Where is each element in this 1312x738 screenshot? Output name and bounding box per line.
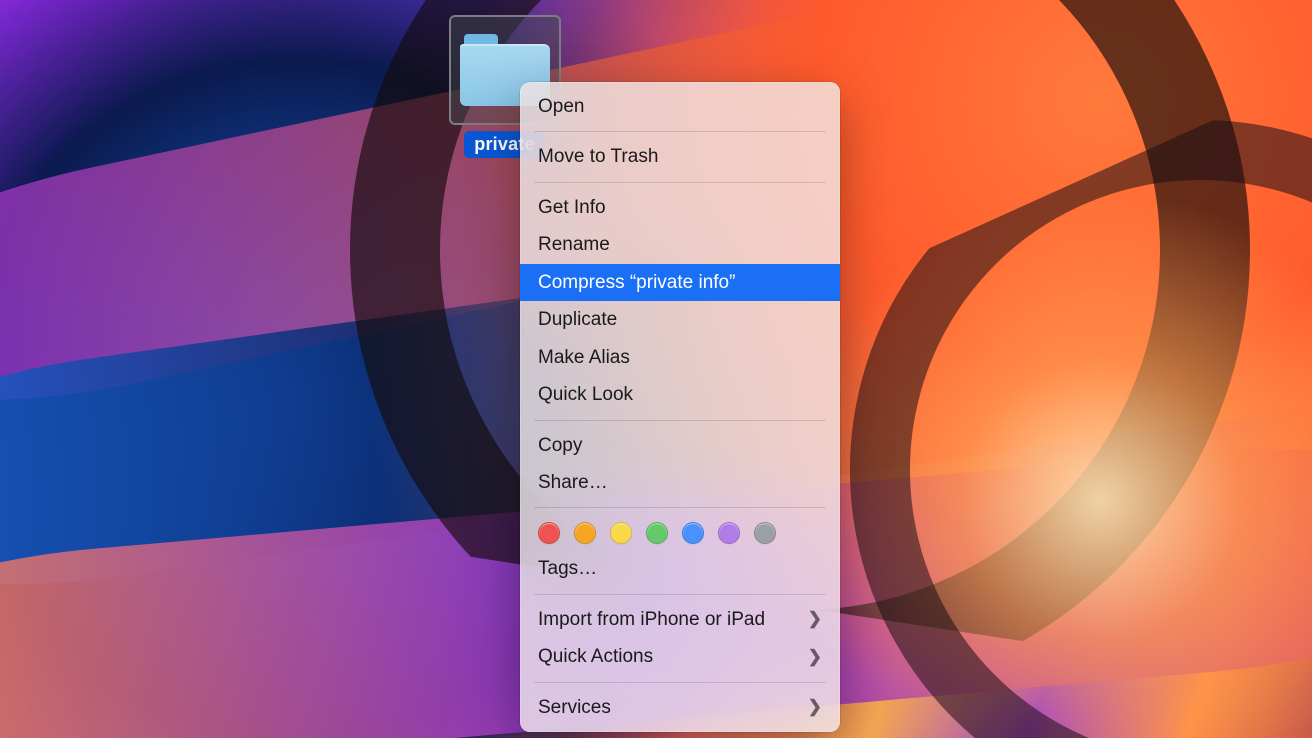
menu-item-rename[interactable]: Rename (520, 226, 840, 263)
menu-item-copy[interactable]: Copy (520, 427, 840, 464)
menu-item-duplicate[interactable]: Duplicate (520, 301, 840, 338)
menu-label: Copy (538, 431, 582, 460)
menu-item-share[interactable]: Share… (520, 464, 840, 501)
menu-label: Move to Trash (538, 142, 658, 171)
menu-label: Share… (538, 468, 608, 497)
tag-dot-green[interactable] (646, 522, 668, 544)
menu-item-services[interactable]: Services ❯ (520, 689, 840, 726)
menu-separator (534, 182, 826, 183)
menu-item-move-to-trash[interactable]: Move to Trash (520, 138, 840, 175)
menu-item-quick-actions[interactable]: Quick Actions ❯ (520, 638, 840, 675)
menu-item-open[interactable]: Open (520, 88, 840, 125)
menu-label: Compress “private info” (538, 268, 735, 297)
menu-separator (534, 420, 826, 421)
menu-label: Rename (538, 230, 610, 259)
submenu-chevron-icon: ❯ (808, 694, 822, 720)
menu-label: Make Alias (538, 343, 630, 372)
tag-dot-yellow[interactable] (610, 522, 632, 544)
menu-label: Import from iPhone or iPad (538, 605, 765, 634)
submenu-chevron-icon: ❯ (808, 606, 822, 632)
menu-label: Quick Look (538, 380, 633, 409)
tag-dot-red[interactable] (538, 522, 560, 544)
menu-label: Services (538, 693, 611, 722)
menu-separator (534, 682, 826, 683)
submenu-chevron-icon: ❯ (808, 644, 822, 670)
menu-item-quick-look[interactable]: Quick Look (520, 376, 840, 413)
menu-label: Tags… (538, 554, 597, 583)
tag-dot-blue[interactable] (682, 522, 704, 544)
menu-label: Get Info (538, 193, 606, 222)
menu-item-get-info[interactable]: Get Info (520, 189, 840, 226)
tag-dot-purple[interactable] (718, 522, 740, 544)
menu-separator (534, 594, 826, 595)
menu-item-tags[interactable]: Tags… (520, 550, 840, 587)
tag-dot-orange[interactable] (574, 522, 596, 544)
menu-item-import-from-device[interactable]: Import from iPhone or iPad ❯ (520, 601, 840, 638)
context-menu: Open Move to Trash Get Info Rename Compr… (520, 82, 840, 732)
menu-item-compress[interactable]: Compress “private info” (520, 264, 840, 301)
menu-label: Duplicate (538, 305, 617, 334)
menu-label: Open (538, 92, 584, 121)
menu-separator (534, 131, 826, 132)
menu-item-make-alias[interactable]: Make Alias (520, 339, 840, 376)
tag-color-row (520, 514, 840, 550)
menu-separator (534, 507, 826, 508)
tag-dot-gray[interactable] (754, 522, 776, 544)
menu-label: Quick Actions (538, 642, 653, 671)
